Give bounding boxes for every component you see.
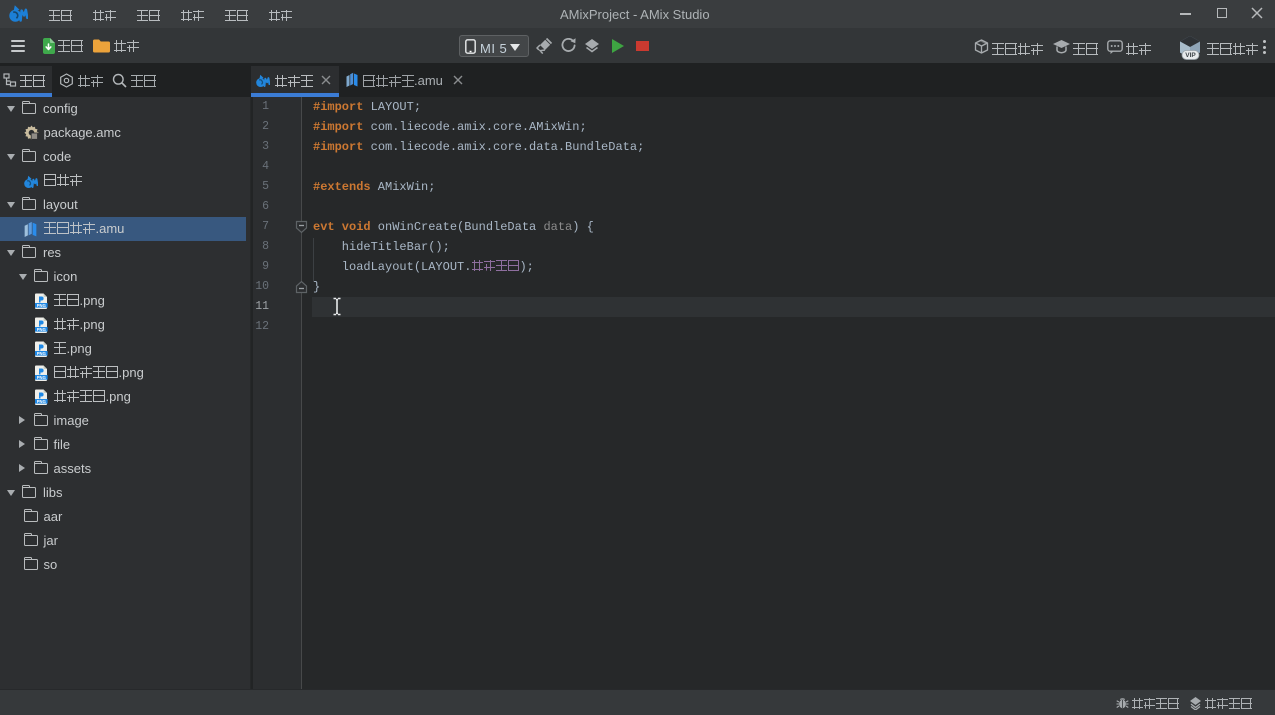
svg-text:VIP: VIP — [1185, 52, 1196, 59]
svg-text:PNG: PNG — [37, 303, 46, 308]
svg-text:PNG: PNG — [37, 399, 46, 404]
svg-text:PNG: PNG — [37, 375, 46, 380]
svg-text:PNG: PNG — [37, 327, 46, 332]
svg-text:PNG: PNG — [37, 351, 46, 356]
